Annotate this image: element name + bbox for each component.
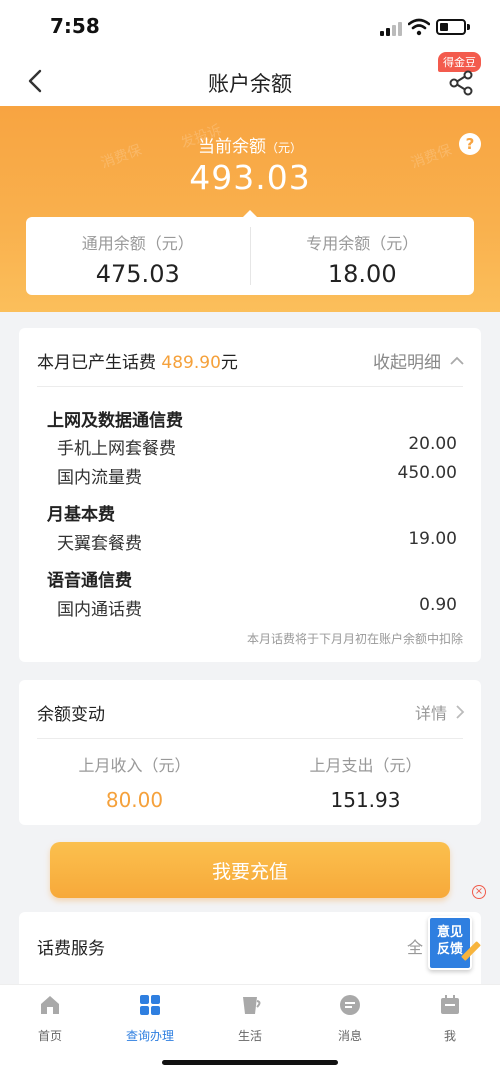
bill-item-name: 国内通话费	[57, 600, 142, 620]
tab-bar: 首页 查询办理 生活 消息 我	[0, 984, 500, 1082]
bill-header-prefix: 本月已产生话费	[37, 353, 156, 373]
bill-details-card: 本月已产生话费 489.90元 收起明细 上网及数据通信费 手机上网套餐费 20…	[19, 328, 481, 662]
last-month-expense: 上月支出（元） 151.93	[250, 752, 481, 812]
bill-item-amount: 19.00	[408, 529, 457, 549]
bill-item: 国内流量费 450.00	[57, 463, 457, 488]
current-balance-unit: （元）	[265, 141, 302, 155]
status-bar: 7:58	[0, 0, 500, 56]
chevron-up-icon	[450, 356, 464, 365]
bill-total-amount: 489.90	[161, 353, 221, 373]
balance-change-card: 余额变动 详情 上月收入（元） 80.00 上月支出（元） 151.93	[19, 680, 481, 825]
bill-note: 本月话费将于下月月初在账户余额中扣除	[246, 632, 463, 646]
tab-profile[interactable]: 我	[410, 993, 490, 1044]
close-icon[interactable]: ×	[472, 885, 486, 899]
change-columns: 上月收入（元） 80.00 上月支出（元） 151.93	[19, 752, 481, 812]
home-indicator	[162, 1060, 338, 1065]
bill-item: 手机上网套餐费 20.00	[57, 434, 457, 459]
recharge-button[interactable]: 我要充值	[50, 842, 450, 898]
special-balance-value: 18.00	[327, 260, 397, 288]
page-title: 账户余额	[208, 72, 292, 96]
divider	[37, 738, 463, 739]
bill-item-amount: 450.00	[397, 463, 457, 483]
general-balance-label: 通用余额（元）	[81, 234, 194, 253]
nav-bar: 账户余额 得金豆	[0, 52, 500, 106]
collapse-details-button[interactable]: 收起明细	[373, 348, 465, 373]
tab-life[interactable]: 生活	[210, 993, 290, 1044]
phone-service-card: 话费服务 全	[19, 912, 481, 992]
special-balance: 专用余额（元） 18.00	[249, 227, 475, 288]
last-month-income: 上月收入（元） 80.00	[19, 752, 250, 812]
bill-item: 天翼套餐费 19.00	[57, 529, 457, 554]
general-balance: 通用余额（元） 475.03	[26, 217, 250, 295]
tab-home[interactable]: 首页	[10, 993, 90, 1044]
bill-item-amount: 0.90	[419, 595, 457, 615]
grid-icon	[138, 993, 162, 1017]
service-more-link[interactable]: 全	[407, 934, 423, 958]
income-label: 上月收入（元）	[78, 756, 191, 775]
wifi-icon	[408, 18, 430, 36]
tab-label: 我	[443, 1029, 456, 1043]
help-icon[interactable]: ?	[459, 133, 481, 155]
category-title: 语音通信费	[47, 571, 132, 591]
tab-label: 查询办理	[125, 1029, 174, 1043]
share-icon	[449, 70, 473, 96]
general-balance-value: 475.03	[95, 260, 180, 288]
card-notch	[243, 210, 257, 217]
bill-item-amount: 20.00	[408, 434, 457, 454]
service-title: 话费服务	[37, 939, 105, 959]
expense-label: 上月支出（元）	[309, 756, 422, 775]
feedback-button[interactable]: 意见 反馈	[426, 912, 481, 974]
status-time: 7:58	[50, 14, 100, 38]
feedback-line1: 意见	[436, 925, 463, 940]
bill-item-name: 国内流量费	[57, 468, 142, 488]
signal-icon	[380, 20, 404, 36]
special-balance-label: 专用余额（元）	[306, 234, 419, 253]
tab-query[interactable]: 查询办理	[110, 993, 190, 1044]
home-icon	[38, 993, 62, 1017]
balance-hero: 消费保 发投诉 消费保 当前余额（元） 493.03 ? 通用余额（元） 475…	[0, 106, 500, 312]
bill-item: 国内通话费 0.90	[57, 595, 457, 620]
share-button[interactable]	[446, 68, 476, 98]
expense-value: 151.93	[330, 788, 401, 812]
details-label: 详情	[414, 704, 447, 723]
bill-item-name: 手机上网套餐费	[57, 439, 176, 459]
details-link[interactable]: 详情	[415, 700, 465, 724]
income-value: 80.00	[105, 788, 164, 812]
divider	[37, 386, 463, 387]
current-balance-label: 当前余额（元）	[0, 132, 500, 157]
balance-change-title: 余额变动	[37, 705, 105, 725]
message-icon	[338, 993, 362, 1017]
bill-item-name: 天翼套餐费	[57, 534, 142, 554]
tab-label: 首页	[37, 1029, 62, 1043]
battery-icon	[436, 19, 470, 35]
life-icon	[238, 993, 262, 1017]
tab-label: 消息	[337, 1029, 362, 1043]
current-balance-amount: 493.03	[189, 158, 311, 197]
chevron-right-icon	[456, 705, 465, 719]
tab-message[interactable]: 消息	[310, 993, 390, 1044]
category-title: 上网及数据通信费	[47, 411, 183, 431]
balance-breakdown-card: 通用余额（元） 475.03 专用余额（元） 18.00	[26, 217, 474, 295]
bill-header: 本月已产生话费 489.90元	[37, 348, 238, 373]
current-balance-text: 当前余额	[197, 137, 266, 157]
feedback-icon: 意见 反馈	[428, 916, 472, 970]
bill-header-suffix: 元	[220, 353, 238, 373]
profile-icon	[438, 993, 462, 1017]
collapse-label: 收起明细	[373, 353, 441, 373]
tab-label: 生活	[237, 1029, 262, 1043]
category-title: 月基本费	[47, 505, 115, 525]
